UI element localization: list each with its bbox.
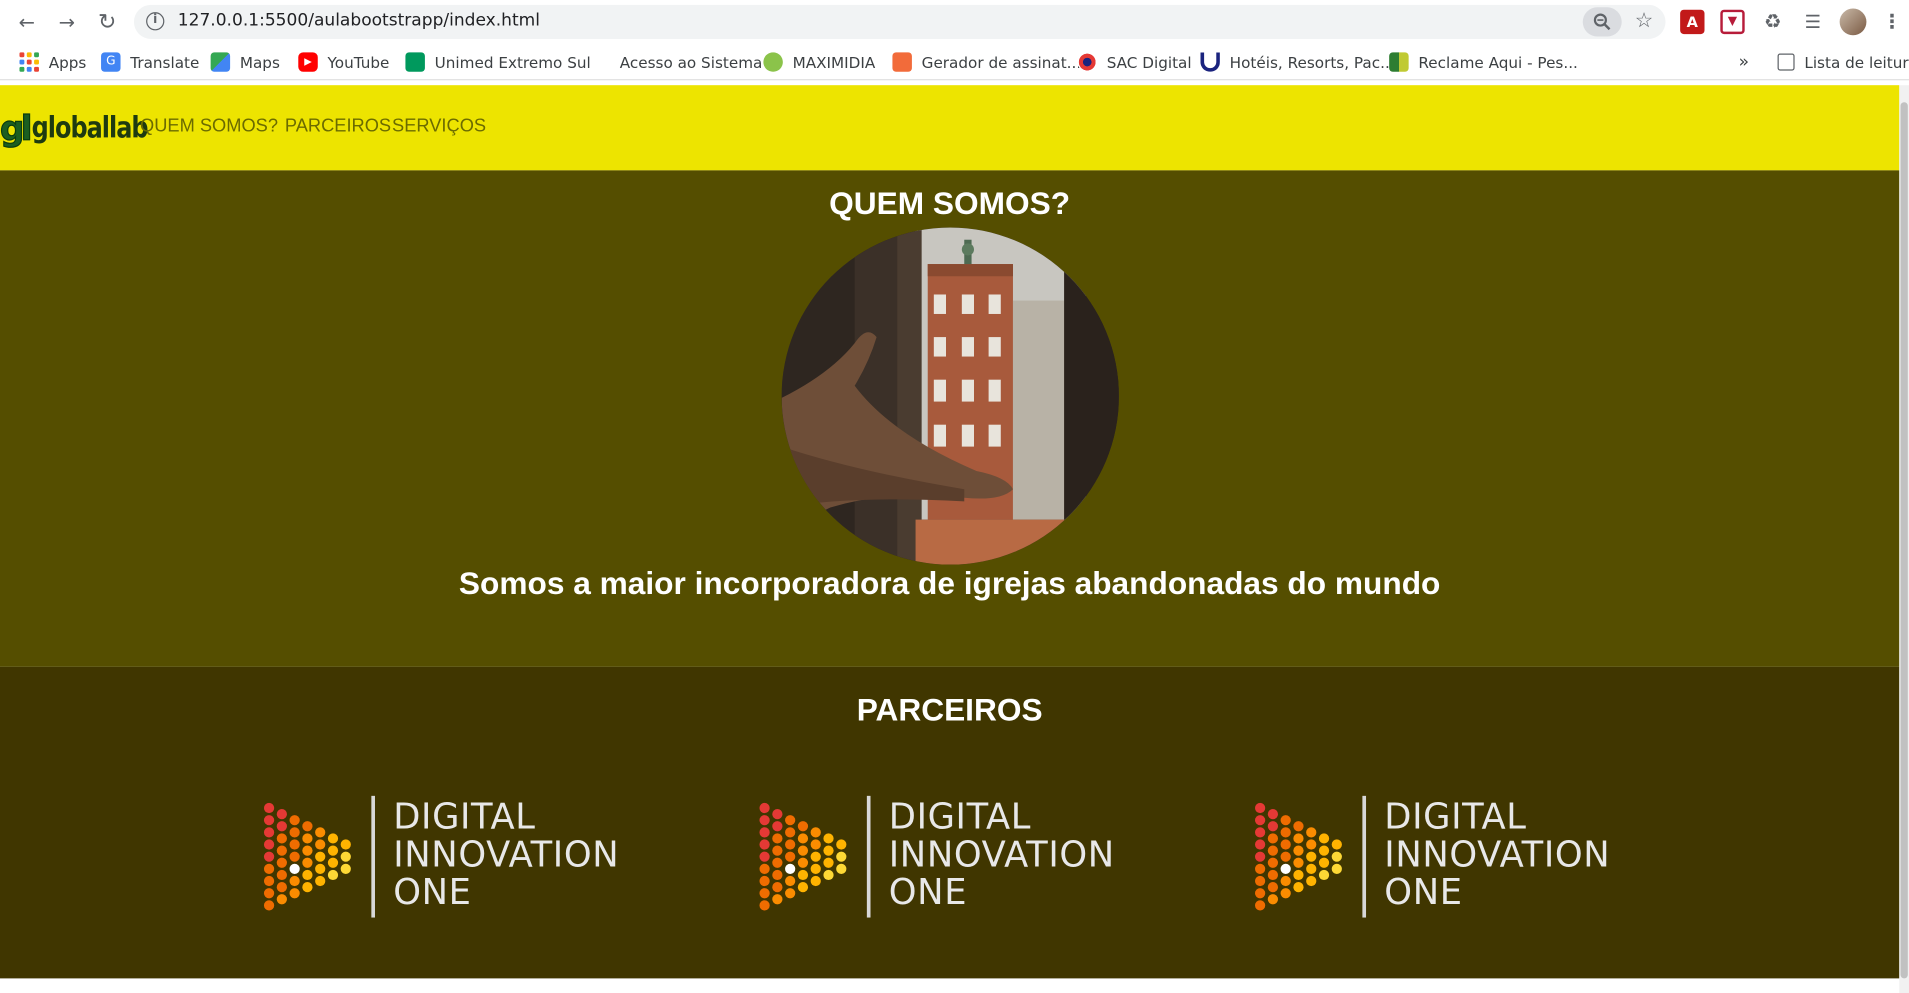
translate-icon: G <box>101 52 121 72</box>
partner-name-line: DIGITAL <box>393 795 536 838</box>
partner-name-line: DIGITAL <box>888 795 1032 838</box>
maximidia-icon <box>763 52 783 72</box>
partner-name-line: ONE <box>888 871 968 913</box>
gerador-icon <box>892 52 912 72</box>
bookmark-label: Unimed Extremo Sul <box>434 52 591 72</box>
media-control-icon[interactable]: ☰ <box>1801 10 1825 34</box>
bookmark-label: Apps <box>48 52 87 72</box>
zoom-icon[interactable] <box>1582 7 1622 37</box>
reload-icon[interactable]: ↻ <box>93 7 122 36</box>
bookmark-star-icon[interactable]: ☆ <box>1635 9 1654 33</box>
bookmark-apps[interactable]: Apps <box>19 51 86 73</box>
extensions-puzzle-icon[interactable]: ♻ <box>1761 10 1785 34</box>
bookmark-sac-digital[interactable]: SAC Digital <box>1077 51 1192 73</box>
partner-name-line: INNOVATION <box>1384 833 1611 875</box>
parceiros-section: PARCEIROS DIGITAL INNOVATION ONE DIGITAL… <box>0 666 1900 979</box>
partner-name: DIGITAL INNOVATION ONE <box>1384 798 1610 911</box>
bookmark-acesso[interactable]: Acesso ao Sistema <box>620 51 763 73</box>
bookmark-label: Gerador de assinat... <box>921 52 1082 72</box>
maps-icon <box>210 52 231 72</box>
url-text[interactable]: 127.0.0.1:5500/aulabootstrapp/index.html <box>178 11 540 30</box>
reclame-aqui-icon <box>1389 52 1409 72</box>
browser-toolbar: ← → ↻ i 127.0.0.1:5500/aulabootstrapp/in… <box>0 0 1909 44</box>
parceiros-title: PARCEIROS <box>856 691 1043 728</box>
bookmark-translate[interactable]: G Translate <box>101 51 199 73</box>
partner-logo: DIGITAL INNOVATION ONE <box>1253 795 1630 918</box>
bookmark-reclame-aqui[interactable]: Reclame Aqui - Pes... <box>1389 51 1578 73</box>
partner-name-line: DIGITAL <box>1384 795 1527 838</box>
bookmark-gerador[interactable]: Gerador de assinat... <box>892 51 1081 73</box>
reading-list-icon <box>1777 53 1795 71</box>
partner-logo: DIGITAL INNOVATION ONE <box>757 795 1134 918</box>
partner-name-line: ONE <box>393 871 472 913</box>
divider <box>866 795 871 918</box>
address-bar[interactable]: i 127.0.0.1:5500/aulabootstrapp/index.ht… <box>133 4 1666 39</box>
quem-somos-section: QUEM SOMOS? Somos a maior incorporadora … <box>0 170 1900 667</box>
partner-name-line: INNOVATION <box>888 833 1115 875</box>
bookmark-label: Maps <box>239 52 280 72</box>
bookmark-label: Translate <box>130 52 200 72</box>
play-dots-icon <box>1254 802 1342 911</box>
quem-somos-title: QUEM SOMOS? <box>829 184 1071 222</box>
reading-list-label: Lista de leitura <box>1804 52 1909 72</box>
unimed-icon <box>405 52 425 72</box>
divider <box>1362 795 1367 918</box>
partner-name: DIGITAL INNOVATION ONE <box>393 798 619 911</box>
page-scrollbar[interactable] <box>1899 85 1909 993</box>
bookmark-unimed[interactable]: Unimed Extremo Sul <box>405 51 591 73</box>
bookmark-label: SAC Digital <box>1106 52 1192 72</box>
profile-avatar[interactable] <box>1839 8 1867 36</box>
bookmark-youtube[interactable]: ▶ YouTube <box>298 51 389 73</box>
hoteis-icon <box>1200 52 1220 72</box>
church-window-photo <box>781 227 1119 565</box>
menu-kebab-icon[interactable]: ⋮ <box>1880 10 1904 34</box>
logo-mark: gl <box>0 107 33 148</box>
back-icon[interactable]: ← <box>12 7 41 36</box>
divider <box>371 795 375 918</box>
bookmark-maps[interactable]: Maps <box>210 51 280 73</box>
sac-digital-icon <box>1077 52 1097 72</box>
web-page: gl globallab QUEM SOMOS? PARCEIROS SERVI… <box>0 85 1900 993</box>
more-bookmarks-button[interactable]: » <box>1739 51 1749 73</box>
bookmark-label: Reclame Aqui - Pes... <box>1418 52 1578 72</box>
partner-name-line: ONE <box>1384 871 1463 913</box>
play-dots-icon <box>263 802 351 911</box>
scrollbar-thumb[interactable] <box>1900 102 1908 979</box>
bookmarks-bar: Apps G Translate Maps ▶ YouTube Unimed E… <box>0 43 1909 81</box>
apps-grid-icon <box>19 52 39 72</box>
bookmark-label: Hotéis, Resorts, Pac... <box>1229 52 1395 72</box>
nav-link-parceiros[interactable]: PARCEIROS <box>285 116 391 137</box>
bookmark-label: YouTube <box>327 52 390 72</box>
pdf-extension-icon[interactable]: A <box>1680 9 1705 35</box>
nav-link-servicos[interactable]: SERVIÇOS <box>392 116 486 137</box>
nav-link-quem-somos[interactable]: QUEM SOMOS? <box>140 116 278 137</box>
logo-text: globallab <box>31 110 148 145</box>
forward-icon[interactable]: → <box>52 7 81 36</box>
reading-list-button[interactable]: Lista de leitura <box>1777 51 1909 73</box>
bookmark-label: MAXIMIDIA <box>792 52 876 72</box>
bookmark-maximidia[interactable]: MAXIMIDIA <box>763 51 875 73</box>
pocket-extension-icon[interactable]: ▼ <box>1720 9 1745 35</box>
bookmark-label: Acesso ao Sistema <box>619 52 763 72</box>
bookmark-hoteis[interactable]: Hotéis, Resorts, Pac... <box>1200 51 1395 73</box>
site-info-icon[interactable]: i <box>146 12 165 31</box>
quem-somos-text: Somos a maior incorporadora de igrejas a… <box>458 564 1441 602</box>
partner-logo: DIGITAL INNOVATION ONE <box>262 795 639 918</box>
site-navbar: gl globallab QUEM SOMOS? PARCEIROS SERVI… <box>0 85 1900 171</box>
partner-name-line: INNOVATION <box>393 833 620 875</box>
partner-name: DIGITAL INNOVATION ONE <box>889 798 1115 911</box>
play-dots-icon <box>759 802 847 911</box>
youtube-icon: ▶ <box>298 52 318 72</box>
